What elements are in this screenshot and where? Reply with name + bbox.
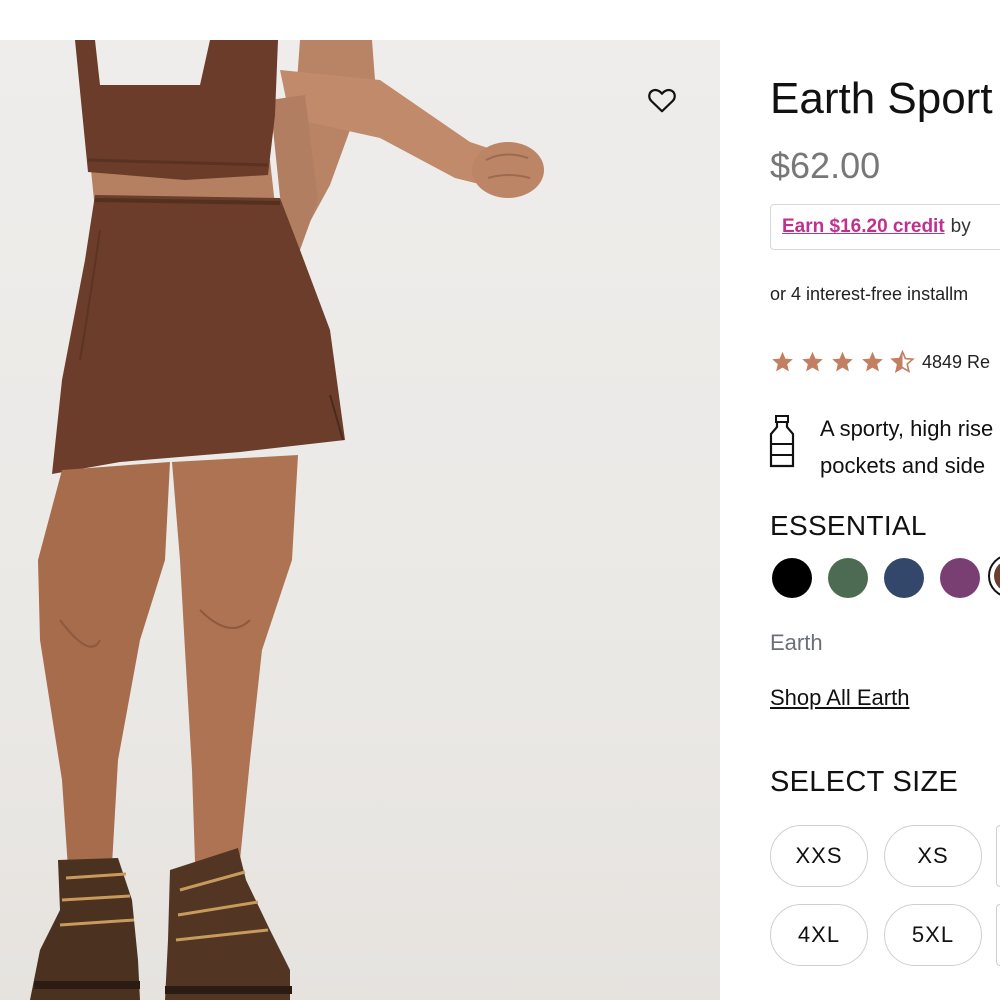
size-option-partial[interactable] xyxy=(996,904,1000,966)
swatch-earth-selected[interactable] xyxy=(988,554,1000,598)
heart-outline-icon xyxy=(648,88,676,113)
swatch-green[interactable] xyxy=(828,558,868,598)
swatch-plum[interactable] xyxy=(940,558,980,598)
star-full-icon xyxy=(802,351,823,372)
swatch-earth-fill xyxy=(994,560,1000,592)
size-option[interactable]: XXS xyxy=(770,825,868,887)
water-bottle-icon xyxy=(769,415,795,468)
collection-label: ESSENTIAL xyxy=(770,510,927,541)
product-description: A sporty, high rise pockets and side xyxy=(820,410,993,484)
star-half-icon xyxy=(890,350,915,374)
swatch-navy[interactable] xyxy=(884,558,924,598)
product-title: Earth Sport xyxy=(770,74,993,123)
star-full-icon xyxy=(862,351,883,372)
installments-text: or 4 interest-free installm xyxy=(770,284,969,304)
earn-credit-link[interactable]: Earn $16.20 credit xyxy=(782,216,945,238)
rating[interactable]: 4849 Re xyxy=(770,350,990,374)
credit-banner: Earn $16.20 credit by xyxy=(770,204,1000,250)
product-image[interactable] xyxy=(0,40,720,1000)
wishlist-button[interactable] xyxy=(642,80,682,120)
size-option-partial[interactable] xyxy=(996,825,1000,887)
star-full-icon xyxy=(832,351,853,372)
description-line: A sporty, high rise xyxy=(820,416,994,441)
size-option[interactable]: 4XL xyxy=(770,904,868,966)
swatch-black[interactable] xyxy=(772,558,812,598)
description-line: pockets and side xyxy=(820,453,986,478)
size-option[interactable]: 5XL xyxy=(884,904,982,966)
selected-color-name: Earth xyxy=(770,630,823,655)
credit-by-text: by xyxy=(950,216,971,237)
shop-all-link[interactable]: Shop All Earth xyxy=(770,685,909,711)
review-count-link[interactable]: 4849 Re xyxy=(922,352,990,373)
star-full-icon xyxy=(772,351,793,372)
product-price: $62.00 xyxy=(770,145,881,186)
select-size-heading: SELECT SIZE xyxy=(770,766,959,798)
size-option[interactable]: XS xyxy=(884,825,982,887)
